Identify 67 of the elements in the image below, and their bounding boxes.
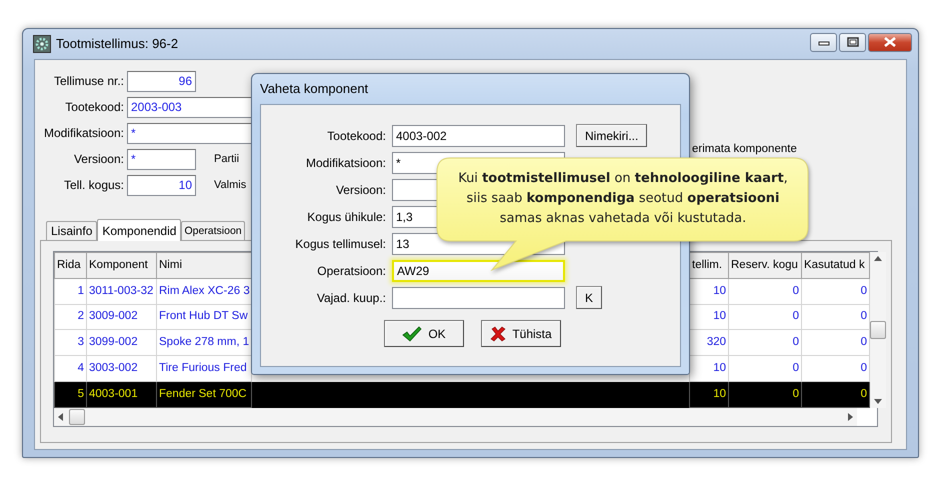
table-cell: 4003-001 xyxy=(86,382,156,408)
table-cell: 3011-003-32 xyxy=(86,278,156,304)
table-cell: 3099-002 xyxy=(86,330,156,356)
picker-button[interactable]: K xyxy=(576,286,602,309)
scroll-thumb[interactable] xyxy=(870,321,886,339)
field-label: Valmis xyxy=(214,178,246,193)
field-label: Tootekood: xyxy=(326,128,386,144)
maximize-button[interactable] xyxy=(839,32,866,52)
tab[interactable]: Lisainfo xyxy=(46,221,98,240)
gear-icon xyxy=(33,35,51,53)
field-label: Partii xyxy=(214,152,240,167)
field-label: Modifikatsioon: xyxy=(42,125,125,142)
table-cell: 0 xyxy=(802,382,870,408)
column-header[interactable]: tellim. xyxy=(690,252,728,278)
scroll-left-icon xyxy=(58,413,63,421)
check-icon xyxy=(402,326,422,342)
field-label: Tell. kogus: xyxy=(62,177,125,194)
column-header[interactable]: Reserv. kogu xyxy=(728,252,802,278)
window-title: Tootmistellimus: 96-2 xyxy=(56,35,178,54)
column-header[interactable]: Komponent xyxy=(86,252,156,278)
tab[interactable]: Komponendid xyxy=(97,219,182,241)
field-label: Kogus ühikule: xyxy=(306,208,386,226)
scroll-up-icon xyxy=(874,256,882,261)
vertical-scrollbar[interactable] xyxy=(870,252,886,408)
scroll-thumb[interactable] xyxy=(69,409,85,425)
field-label: Operatsioon: xyxy=(316,262,386,280)
cross-icon xyxy=(490,326,506,342)
close-button[interactable] xyxy=(868,32,912,52)
cancel-button[interactable]: Tühista xyxy=(481,320,561,347)
table-cell: 0 xyxy=(728,304,802,330)
table-cell: 0 xyxy=(728,278,802,304)
field-label: Versioon: xyxy=(72,151,125,168)
table-cell: Fender Set 700C xyxy=(156,382,252,408)
horizontal-scrollbar[interactable] xyxy=(54,408,857,426)
table-cell: 5 xyxy=(54,382,86,408)
input-field[interactable]: AW29 xyxy=(392,260,565,282)
column-header[interactable]: Nimi xyxy=(156,252,252,278)
column-header[interactable]: Rida xyxy=(54,252,86,278)
column-header[interactable]: Kasutatud k xyxy=(802,252,870,278)
field-label: Vajad. kuup.: xyxy=(316,290,386,306)
table-cell: 0 xyxy=(728,330,802,356)
field-label: Modifikatsioon: xyxy=(304,154,386,172)
input-field[interactable] xyxy=(392,286,565,308)
input-field[interactable]: * xyxy=(127,148,196,170)
field-label: Kogus tellimusel: xyxy=(294,236,386,252)
field-label: Versioon: xyxy=(334,182,386,198)
maximize-icon xyxy=(846,37,858,47)
table-cell: 3009-002 xyxy=(86,304,156,330)
field-label: Tellimuse nr.: xyxy=(52,73,125,90)
scroll-right-icon xyxy=(848,413,853,421)
close-icon xyxy=(883,37,897,47)
dialog-title: Vaheta komponent xyxy=(259,80,370,98)
table-cell: 2 xyxy=(54,304,86,330)
input-field[interactable]: 96 xyxy=(127,70,196,92)
checkbox-label: erimata komponente xyxy=(692,142,797,157)
input-field[interactable]: 4003-002 xyxy=(392,124,565,146)
field-label: Tootekood: xyxy=(64,99,125,116)
table-cell: 0 xyxy=(728,382,802,408)
scroll-down-icon xyxy=(874,399,882,404)
picker-button[interactable]: Nimekiri... xyxy=(576,124,648,147)
minimize-button[interactable] xyxy=(810,32,837,52)
ok-button[interactable]: OK xyxy=(384,320,464,347)
table-cell: 1 xyxy=(54,278,86,304)
table-cell: 10 xyxy=(690,382,728,408)
input-field[interactable]: 10 xyxy=(127,174,196,196)
table-cell: 3 xyxy=(54,330,86,356)
tab[interactable]: Operatsioon xyxy=(181,221,245,240)
